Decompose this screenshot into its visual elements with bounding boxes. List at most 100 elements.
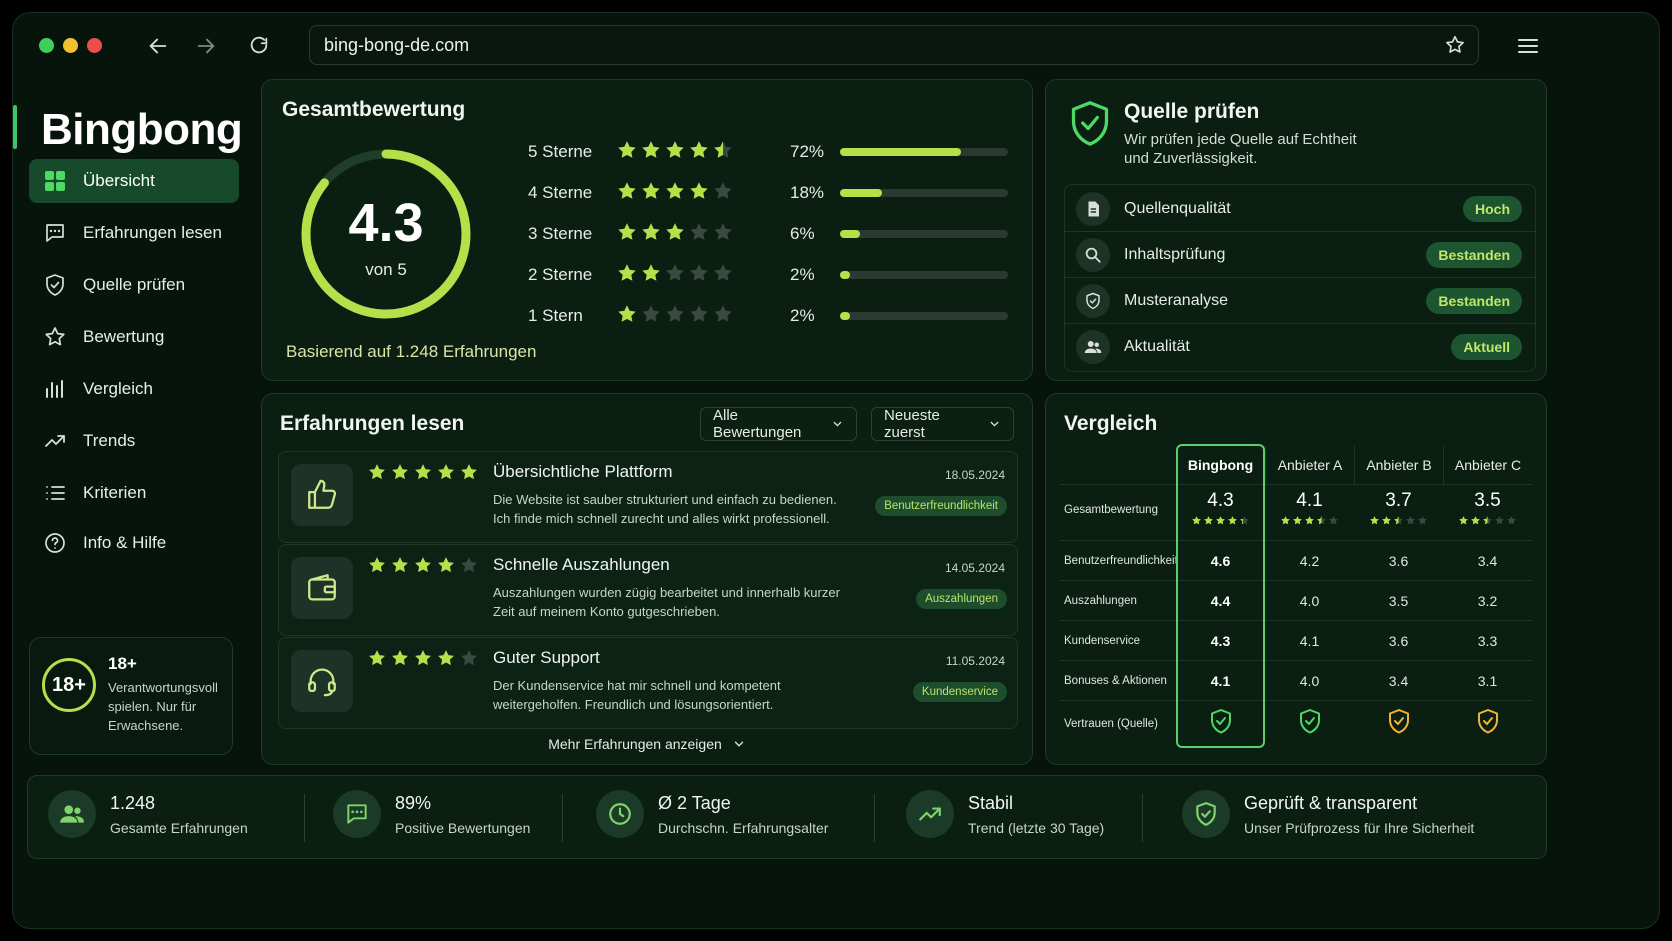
sidebar-item-label: Vergleich xyxy=(83,379,153,398)
rating-row-stars xyxy=(616,262,734,284)
users-icon xyxy=(1076,330,1110,364)
comparison-panel: Vergleich Bingbong Anbieter A Anbieter B An… xyxy=(1045,393,1547,765)
review-text: Der Kundenservice hat mir schnell und ko… xyxy=(493,678,781,712)
shield-check-icon xyxy=(1071,101,1109,146)
rating-row-percent: 72% xyxy=(790,142,825,161)
help-icon xyxy=(45,533,65,553)
forward-arrow-icon[interactable] xyxy=(191,31,221,61)
footer-stat-label: Durchschn. Erfahrungsalter xyxy=(658,819,829,836)
footer-stat-value: Ø 2 Tage xyxy=(658,792,731,813)
rating-row-bar xyxy=(840,312,1008,320)
rating-row-bar-fill xyxy=(840,271,851,279)
review-card[interactable]: Übersichtliche Plattform Die Website ist … xyxy=(278,451,1018,543)
window-minimize-dot[interactable] xyxy=(63,38,78,53)
wallet-icon xyxy=(291,557,353,619)
score-value: 4.3 xyxy=(348,193,424,253)
comparison-overall-score: 3.5 xyxy=(1474,490,1501,511)
star-icon xyxy=(392,557,408,573)
star-icon xyxy=(415,557,431,573)
star-icon xyxy=(666,305,684,322)
footer-stat: Geprüft & transparent Unser Prüfprozess f… xyxy=(1182,790,1474,838)
clock-icon xyxy=(596,790,644,838)
sidebar-item-info[interactable]: Info & Hilfe xyxy=(29,521,239,565)
star-icon xyxy=(1471,516,1480,525)
sidebar-item-erfahrungen[interactable]: Erfahrungen lesen xyxy=(29,211,239,255)
comparison-column-header[interactable]: Anbieter A xyxy=(1265,446,1354,484)
rating-row-percent: 2% xyxy=(790,306,815,325)
footer-stat-text: Ø 2 Tage Durchschn. Erfahrungsalter xyxy=(658,793,828,836)
star-icon xyxy=(690,305,708,322)
star-icon xyxy=(618,182,636,199)
sidebar-item-trends[interactable]: Trends xyxy=(29,419,239,463)
source-check-label: Musteranalyse xyxy=(1124,291,1229,309)
footer-divider xyxy=(1142,794,1143,842)
sort-value: Neueste zuerst xyxy=(884,407,940,441)
comparison-column-header[interactable]: Anbieter C xyxy=(1443,446,1532,484)
thumbs-up-icon xyxy=(291,464,353,526)
sidebar-item-label: Übersicht xyxy=(83,171,155,190)
comparison-column-header[interactable]: Anbieter B xyxy=(1354,446,1443,484)
comparison-cell: 4.1 xyxy=(1299,633,1320,649)
star-icon xyxy=(642,141,660,158)
footer-stat: Ø 2 Tage Durchschn. Erfahrungsalter xyxy=(596,790,828,838)
star-icon xyxy=(714,182,732,199)
table-divider xyxy=(1060,540,1532,541)
back-arrow-icon[interactable] xyxy=(143,31,173,61)
footer-stat-label: Unser Prüfprozess für Ihre Sicherheit xyxy=(1244,819,1475,836)
rating-row-bar-fill xyxy=(840,312,851,320)
shield-check-icon xyxy=(1182,790,1230,838)
sidebar-item-quelle[interactable]: Quelle prüfen xyxy=(29,263,239,307)
window-close-dot[interactable] xyxy=(87,38,102,53)
review-date: 11.05.2024 xyxy=(945,654,1005,668)
sidebar-item-kriterien[interactable]: Kriterien xyxy=(29,471,239,515)
more-reviews-label: Mehr Erfahrungen anzeigen xyxy=(548,736,722,752)
rating-row-label: 1 Stern xyxy=(528,306,583,325)
rating-row-bar-fill xyxy=(840,148,961,156)
table-divider xyxy=(1060,660,1532,661)
trust-shield-icon xyxy=(1387,708,1411,739)
rating-row-stars xyxy=(616,303,734,325)
star-icon xyxy=(618,223,636,240)
source-check-item: Musteranalyse Bestanden xyxy=(1064,278,1536,324)
star-icon xyxy=(642,223,660,240)
footer-stat-label: Positive Bewertungen xyxy=(395,819,531,836)
chevron-down-icon xyxy=(833,421,842,427)
trend-icon xyxy=(906,790,954,838)
menu-hamburger-icon[interactable] xyxy=(1513,31,1543,61)
bookmark-star-icon[interactable] xyxy=(1444,34,1466,61)
rating-row-percent: 18% xyxy=(790,183,825,202)
status-badge: Aktuell xyxy=(1451,334,1522,360)
sidebar-item-bewertung[interactable]: Bewertung xyxy=(29,315,239,359)
star-icon xyxy=(1507,516,1516,525)
comparison-overall-score: 4.1 xyxy=(1296,490,1323,511)
review-card[interactable]: Guter Support Der Kundenservice hat mir s… xyxy=(278,637,1018,729)
window-maximize-dot[interactable] xyxy=(39,38,54,53)
rating-row-stars xyxy=(616,139,734,161)
footer-divider xyxy=(304,794,305,842)
star-icon xyxy=(438,464,454,480)
age-18-badge-icon: 18+ xyxy=(42,658,96,712)
footer-divider xyxy=(874,794,875,842)
table-divider xyxy=(1060,700,1532,701)
sidebar-item-vergleich[interactable]: Vergleich xyxy=(29,367,239,411)
star-icon xyxy=(1317,516,1326,525)
source-check-label: Aktualität xyxy=(1124,338,1190,355)
more-reviews-button[interactable]: Mehr Erfahrungen anzeigen xyxy=(262,736,1032,752)
comparison-row-label: Auszahlungen xyxy=(1064,595,1137,607)
comparison-row-label: Kundenservice xyxy=(1064,635,1141,647)
app-logo[interactable]: Bingbong xyxy=(41,105,243,155)
review-card[interactable]: Schnelle Auszahlungen Auszahlungen wurden… xyxy=(278,544,1018,636)
comparison-overall-stars xyxy=(1458,515,1517,526)
filter-dropdown[interactable]: Alle Bewertungen xyxy=(700,407,857,441)
star-icon xyxy=(666,223,684,240)
sort-dropdown[interactable]: Neueste zuerst xyxy=(871,407,1014,441)
comparison-cell: 3.3 xyxy=(1477,633,1498,649)
reload-icon[interactable] xyxy=(244,31,274,61)
users-icon xyxy=(48,790,96,838)
comparison-cell: 4.0 xyxy=(1299,593,1320,609)
sidebar-item-label: Erfahrungen lesen xyxy=(83,223,222,242)
address-bar[interactable]: bing-bong-de.com xyxy=(309,25,1479,65)
star-icon xyxy=(438,557,454,573)
rating-row-bar xyxy=(840,271,1008,279)
sidebar-item-uebersicht[interactable]: Übersicht xyxy=(29,159,239,203)
